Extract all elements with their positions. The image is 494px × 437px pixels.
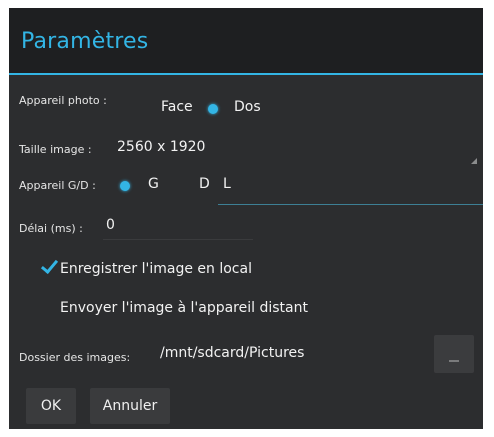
lr-field-underline xyxy=(218,204,483,205)
cancel-button[interactable]: Annuler xyxy=(90,388,170,424)
check-icon[interactable] xyxy=(40,255,59,275)
lr-option-g[interactable]: G xyxy=(148,176,159,192)
delay-label: Délai (ms) : xyxy=(19,222,83,235)
radio-on-icon[interactable] xyxy=(208,104,218,114)
send-remote-label[interactable]: Envoyer l'image à l'appareil distant xyxy=(60,300,308,316)
radio-on-icon[interactable] xyxy=(120,181,130,191)
folder-path-input[interactable]: /mnt/sdcard/Pictures xyxy=(160,345,304,361)
image-size-label: Taille image : xyxy=(19,143,92,156)
title-bar: Paramètres xyxy=(9,8,483,75)
camera-label: Appareil photo : xyxy=(19,94,107,107)
delay-underline xyxy=(103,239,253,240)
folder-browse-button[interactable] xyxy=(434,335,474,373)
lr-option-d[interactable]: D xyxy=(199,176,210,192)
spinner-arrow-icon[interactable] xyxy=(471,158,477,164)
ok-button[interactable]: OK xyxy=(26,388,76,424)
lr-field-input[interactable]: L xyxy=(223,176,231,192)
folder-browse-icon xyxy=(449,360,459,362)
delay-input[interactable]: 0 xyxy=(106,217,115,233)
dialog-title: Paramètres xyxy=(21,29,149,54)
lr-camera-label: Appareil G/D : xyxy=(19,179,96,192)
image-size-value[interactable]: 2560 x 1920 xyxy=(117,139,205,155)
save-local-label[interactable]: Enregistrer l'image en local xyxy=(60,261,252,277)
camera-option-dos[interactable]: Dos xyxy=(234,99,261,115)
camera-option-face[interactable]: Face xyxy=(161,99,193,115)
folder-label: Dossier des images: xyxy=(19,351,131,364)
settings-dialog: Paramètres Appareil photo : Face Dos Tai… xyxy=(9,8,483,429)
